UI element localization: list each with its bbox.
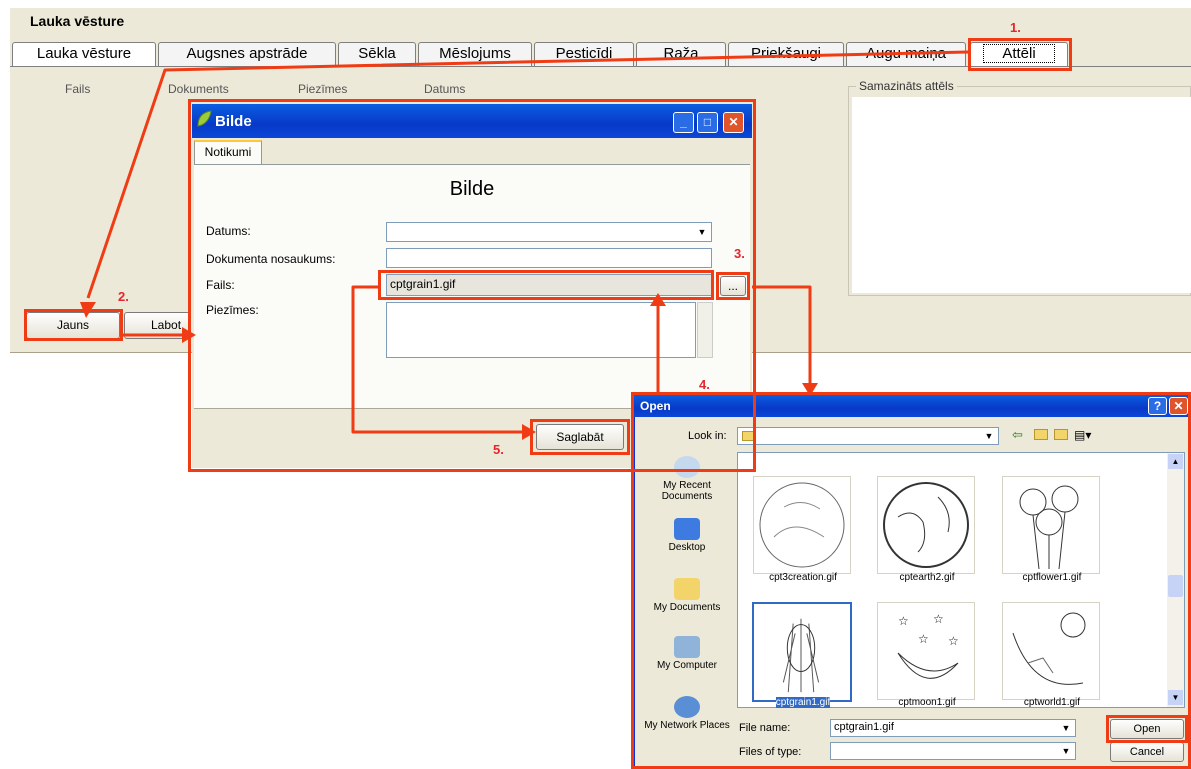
highlight-open-button	[1106, 715, 1188, 743]
step-number: 2.	[118, 289, 129, 304]
highlight-browse-button	[716, 272, 750, 300]
step-number: 4.	[699, 377, 710, 392]
highlight-save-button	[530, 419, 630, 455]
highlight-file-field	[378, 270, 714, 300]
highlight-open-dialog	[631, 392, 1191, 769]
step-number: 1.	[1010, 20, 1021, 35]
highlight-atteli-tab	[968, 38, 1072, 71]
highlight-new-button	[24, 309, 123, 341]
step-number: 5.	[493, 442, 504, 457]
step-number: 3.	[734, 246, 745, 261]
